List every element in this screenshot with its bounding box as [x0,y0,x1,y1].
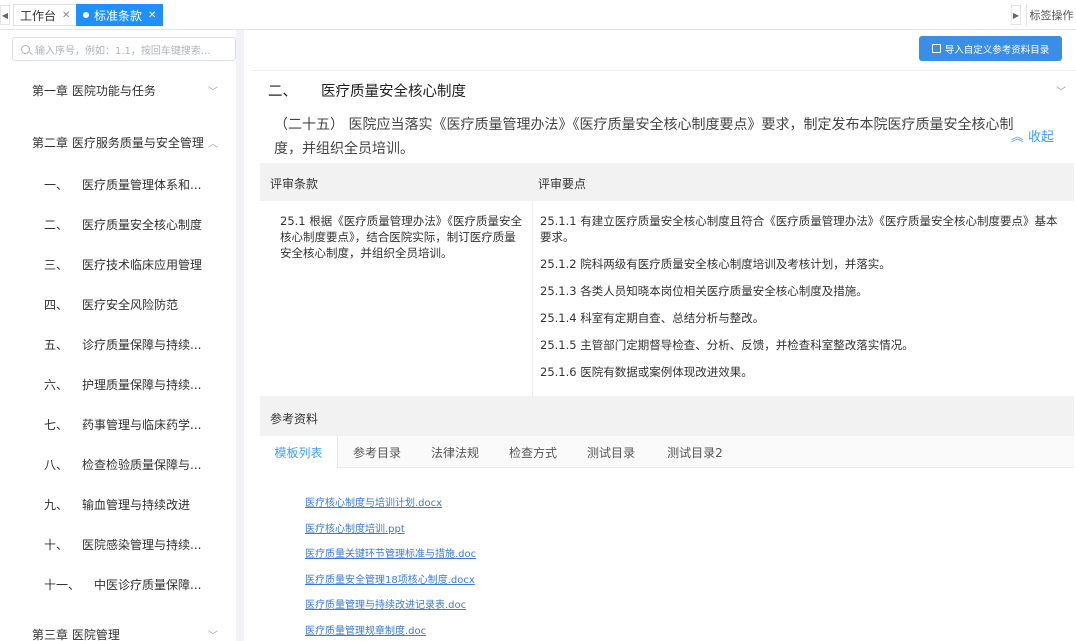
references-title: 参考资料 [270,412,319,426]
import-button-label: 导入自定义参考资料目录 [944,44,1050,56]
section-label: 输血管理与持续改进 [82,498,191,512]
chevron-up-icon: ︿ [208,139,218,150]
sidebar-item-11[interactable]: 十一、 中医诊疗质量保障... [44,576,201,593]
tab-scroll-right-icon[interactable]: ▶ [1011,5,1021,25]
chevron-down-icon[interactable]: ﹀ [1056,83,1066,98]
close-icon[interactable]: ✕ [148,10,156,21]
sidebar-item-4[interactable]: 四、 医疗安全风险防范 [44,296,178,313]
review-point: 25.1.1 有建立医疗质量安全核心制度且符合《医疗质量管理办法》《医疗质量安全… [540,214,1058,244]
chapter-label: 第二章 医疗服务质量与安全管理 [32,136,204,150]
section-num: 五、 [44,338,69,352]
section-label: 诊疗质量保障与持续... [82,338,202,352]
chapter-label: 第一章 医院功能与任务 [32,84,156,98]
section-num: 四、 [44,298,69,312]
sidebar-item-5[interactable]: 五、 诊疗质量保障与持续... [44,336,201,353]
section-label: 医疗质量管理体系和... [82,178,202,192]
section-label: 中医诊疗质量保障... [94,578,202,592]
divider [252,70,1076,71]
tab-scroll-left-icon[interactable]: ◀ [0,5,10,25]
column-divider [532,201,533,423]
file-link[interactable]: 医疗质量管理规章制度.doc [305,622,476,641]
review-point: 25.1.6 医院有数据或案例体现改进效果。 [540,365,753,379]
section-label: 医院感染管理与持续... [82,538,202,552]
section-label: 护理质量保障与持续... [82,378,202,392]
chevron-down-icon: ﹀ [208,87,218,98]
tab-test-catalog-2[interactable]: 测试目录2 [650,436,740,468]
sidebar-item-3[interactable]: 三、 医疗技术临床应用管理 [44,256,202,273]
sidebar-item-8[interactable]: 八、 检查检验质量保障与... [44,456,201,473]
close-icon[interactable]: ✕ [62,10,70,21]
column-header-points: 评审要点 [538,177,587,191]
section-label: 医疗安全风险防范 [82,298,179,312]
section-num: 十一、 [44,578,81,592]
review-points-cell: 25.1.1 有建立医疗质量安全核心制度且符合《医疗质量管理办法》《医疗质量安全… [540,213,1066,391]
section-label: 医疗技术临床应用管理 [82,258,203,272]
edit-icon [931,44,941,53]
file-link[interactable]: 医疗质量安全管理18项核心制度.docx [305,571,476,597]
table-row: 25.1 根据《医疗质量管理办法》《医疗质量安全核心制度要点》，结合医院实际，制… [260,201,1074,423]
sidebar-chapter-1[interactable]: 第一章 医院功能与任务 ﹀ [32,82,222,99]
file-link[interactable]: 医疗质量管理与持续改进记录表.doc [305,596,476,622]
tab-workbench[interactable]: 工作台 ✕ [13,4,78,26]
main-content: 导入自定义参考资料目录 二、 医疗质量安全核心制度 ﹀ （二十五） 医院应当落实《… [252,30,1076,641]
tab-inspection-method[interactable]: 检查方式 [494,436,572,468]
section-label: 医疗质量安全核心制度 [82,218,203,232]
import-reference-button[interactable]: 导入自定义参考资料目录 [919,36,1062,61]
sidebar-item-6[interactable]: 六、 护理质量保障与持续... [44,376,201,393]
column-header-clause: 评审条款 [270,177,319,191]
references-header: 参考资料 [260,396,1074,436]
search-icon [21,44,30,54]
section-num: 九、 [44,498,69,512]
sidebar-item-10[interactable]: 十、 医院感染管理与持续... [44,536,201,553]
tab-workbench-label: 工作台 [20,8,57,23]
chevron-down-icon: ﹀ [208,631,218,641]
review-clause-cell: 25.1 根据《医疗质量管理办法》《医疗质量安全核心制度要点》，结合医院实际，制… [280,214,523,260]
review-point: 25.1.2 院科两级有医疗质量安全核心制度培训及考核计划，并落实。 [540,257,891,271]
tab-standards-label: 标准条款 [94,8,143,23]
sidebar-item-2[interactable]: 二、 医疗质量安全核心制度 [44,216,202,233]
sidebar-item-1[interactable]: 一、 医疗质量管理体系和... [44,176,201,193]
tab-standards[interactable]: 标准条款 ✕ [76,4,164,26]
collapse-button[interactable]: ︽ 收起 [1011,126,1054,145]
tab-ops-button[interactable]: 标签操作 [1026,4,1076,26]
reference-tabs: 模板列表 参考目录 法律法规 检查方式 测试目录 测试目录2 [260,436,1074,468]
review-point: 25.1.3 各类人员知晓本岗位相关医疗质量安全核心制度及措施。 [540,284,868,298]
tab-laws[interactable]: 法律法规 [416,436,494,468]
section-label: 药事管理与临床药学... [82,418,202,432]
section-num: 六、 [44,378,69,392]
section-num: 七、 [44,418,69,432]
sidebar: 输入序号，例如：1.1，按回车键搜索... 第一章 医院功能与任务 ﹀ 第二章 … [0,30,244,641]
section-title-num: 二、 [268,84,297,100]
section-num: 八、 [44,458,69,472]
file-link[interactable]: 医疗质量关键环节管理标准与措施.doc [305,545,476,571]
sidebar-item-9[interactable]: 九、 输血管理与持续改进 [44,496,190,513]
chapter-label: 第三章 医院管理 [32,628,120,641]
tab-template-list[interactable]: 模板列表 [260,436,338,468]
tab-test-catalog[interactable]: 测试目录 [572,436,650,468]
section-num: 二、 [44,218,69,232]
active-dot-icon [83,12,89,18]
sidebar-chapter-3[interactable]: 第三章 医院管理 ﹀ [32,626,222,641]
section-num: 一、 [44,178,69,192]
section-num: 十、 [44,538,69,552]
section-title-text: 医疗质量安全核心制度 [321,84,466,100]
review-point: 25.1.4 科室有定期自查、总结分析与整改。 [540,311,765,325]
table-header: 评审条款 评审要点 [260,163,1074,201]
section-title: 二、 医疗质量安全核心制度 [268,80,466,101]
file-link[interactable]: 医疗核心制度培训.ppt [305,520,476,546]
file-link[interactable]: 医疗核心制度与培训计划.docx [305,494,476,520]
section-label: 检查检验质量保障与... [82,458,202,472]
sidebar-item-7[interactable]: 七、 药事管理与临床药学... [44,416,201,433]
collapse-label: 收起 [1027,130,1054,145]
tab-reference-catalog[interactable]: 参考目录 [338,436,416,468]
search-input[interactable]: 输入序号，例如：1.1，按回车键搜索... [12,37,236,61]
file-list: 医疗核心制度与培训计划.docx 医疗核心制度培训.ppt 医疗质量关键环节管理… [305,494,476,641]
search-placeholder: 输入序号，例如：1.1，按回车键搜索... [35,45,211,57]
clause-text: （二十五） 医院应当落实《医疗质量管理办法》《医疗质量安全核心制度要点》要求，制… [274,117,1014,157]
double-chevron-up-icon: ︽ [1010,130,1024,145]
section-num: 三、 [44,258,69,272]
sidebar-chapter-2[interactable]: 第二章 医疗服务质量与安全管理 ︿ [32,134,222,151]
tab-bar: ◀ 工作台 ✕ 标准条款 ✕ ▶ 标签操作 [0,0,1076,30]
review-point: 25.1.5 主管部门定期督导检查、分析、反馈，并检查科室整改落实情况。 [540,338,914,352]
